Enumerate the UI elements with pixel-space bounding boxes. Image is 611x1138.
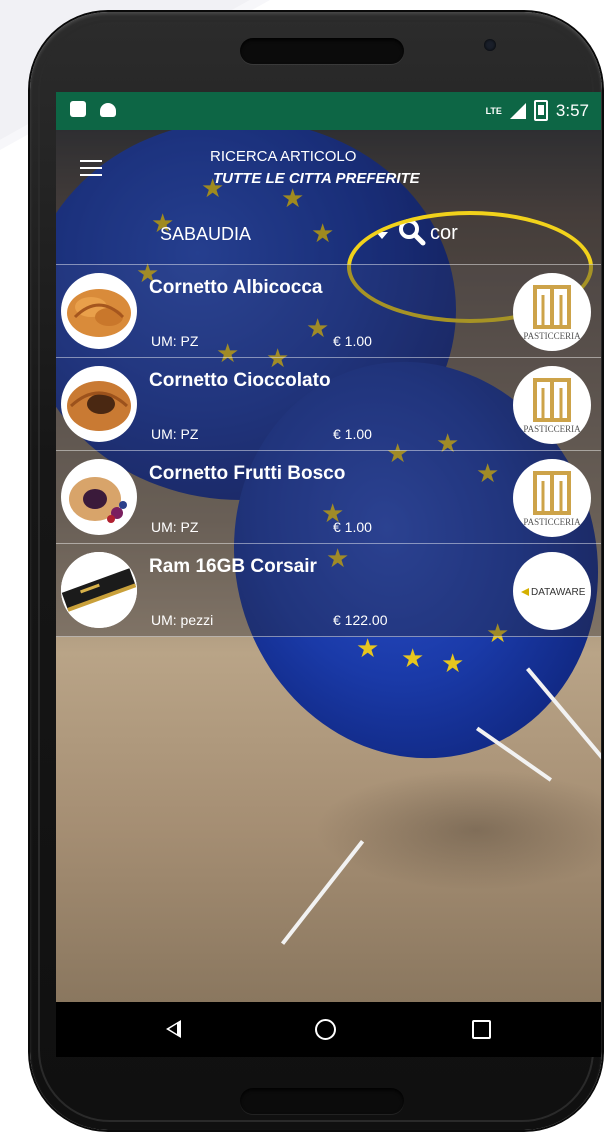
item-unit: UM: PZ bbox=[151, 333, 199, 349]
app-background: ★ ★ ★ ★ ★ ★ ★ ★ ★ ★ ★ ★ ★ ★ ★ ★ ★ RICERC… bbox=[56, 130, 601, 1002]
list-item[interactable]: Ram 16GB Corsair UM: pezzi € 122.00 DATA… bbox=[56, 543, 601, 637]
croissant-chocolate-image bbox=[61, 366, 137, 442]
star-decoration: ★ bbox=[441, 648, 465, 678]
dataware-logo: DATAWARE bbox=[513, 552, 591, 630]
ram-module-image bbox=[61, 552, 137, 628]
battery-icon bbox=[533, 100, 548, 121]
star-decoration: ★ bbox=[401, 643, 425, 673]
list-item[interactable]: Cornetto Albicocca UM: PZ € 1.00 PASTICC… bbox=[56, 264, 601, 357]
status-bar: LTE 3:57 bbox=[56, 92, 601, 130]
item-name: Cornetto Albicocca bbox=[149, 277, 323, 298]
list-item[interactable]: Cornetto Frutti Bosco UM: PZ € 1.00 PAST… bbox=[56, 450, 601, 543]
list-item[interactable]: Cornetto Cioccolato UM: PZ € 1.00 PASTIC… bbox=[56, 357, 601, 450]
item-name: Cornetto Cioccolato bbox=[149, 370, 331, 391]
clock-time: 3:57 bbox=[555, 100, 589, 120]
item-name: Ram 16GB Corsair bbox=[149, 556, 317, 577]
notification-icon bbox=[70, 101, 86, 117]
star-decoration: ★ bbox=[356, 633, 380, 663]
item-price: € 1.00 bbox=[333, 426, 372, 442]
hamburger-menu-icon[interactable] bbox=[80, 160, 102, 181]
croissant-berries-image bbox=[61, 459, 137, 535]
item-price: € 122.00 bbox=[333, 612, 388, 628]
device-screen: LTE 3:57 ★ ★ ★ ★ ★ ★ ★ ★ ★ ★ ★ ★ ★ ★ ★ ★… bbox=[56, 92, 601, 1057]
page-title: RICERCA ARTICOLO bbox=[210, 148, 357, 165]
balloon-string bbox=[476, 726, 553, 782]
android-icon bbox=[100, 103, 116, 117]
croissant-apricot-image bbox=[61, 273, 137, 349]
back-icon[interactable] bbox=[166, 1020, 181, 1038]
pasticceria-logo: PASTICCERIA bbox=[513, 273, 591, 351]
signal-icon bbox=[509, 102, 526, 119]
brand-text: PASTICCERIA bbox=[523, 424, 581, 434]
app-header: RICERCA ARTICOLO TUTTE LE CITTA PREFERIT… bbox=[56, 130, 601, 323]
item-name: Cornetto Frutti Bosco bbox=[149, 463, 346, 484]
balloon-string bbox=[280, 840, 365, 945]
item-price: € 1.00 bbox=[333, 519, 372, 535]
recent-apps-icon[interactable] bbox=[472, 1020, 491, 1039]
bottom-speaker bbox=[240, 1088, 404, 1114]
brand-text: PASTICCERIA bbox=[523, 517, 581, 527]
city-dropdown[interactable]: SABAUDIA bbox=[160, 224, 251, 245]
page-subtitle: TUTTE LE CITTA PREFERITE bbox=[213, 170, 420, 187]
brand-text: PASTICCERIA bbox=[523, 331, 581, 341]
item-unit: UM: pezzi bbox=[151, 612, 214, 628]
android-nav-bar bbox=[56, 1002, 601, 1057]
item-unit: UM: PZ bbox=[151, 519, 199, 535]
pasticceria-logo: PASTICCERIA bbox=[513, 459, 591, 537]
network-type: LTE bbox=[485, 105, 502, 116]
home-icon[interactable] bbox=[315, 1019, 336, 1040]
front-camera bbox=[484, 39, 496, 51]
results-list: Cornetto Albicocca UM: PZ € 1.00 PASTICC… bbox=[56, 264, 601, 637]
brand-text: DATAWARE bbox=[531, 587, 586, 598]
item-unit: UM: PZ bbox=[151, 426, 199, 442]
pasticceria-logo: PASTICCERIA bbox=[513, 366, 591, 444]
item-price: € 1.00 bbox=[333, 333, 372, 349]
top-speaker bbox=[240, 38, 404, 64]
